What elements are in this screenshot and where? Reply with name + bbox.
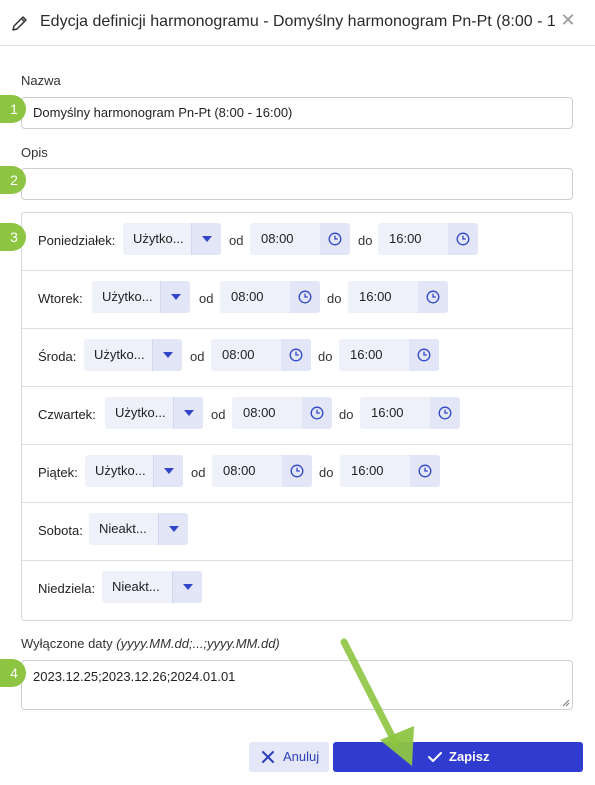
- to-label: do: [318, 349, 333, 364]
- day-label: Niedziela:: [38, 581, 96, 596]
- chevron-down-icon[interactable]: [153, 455, 183, 487]
- day-row-friday: Piątek: Użytko... od 08:00 do 16:00: [22, 445, 572, 503]
- select-value: Użytko...: [133, 231, 184, 246]
- to-label: do: [319, 465, 334, 480]
- day-label: Poniedziałek:: [38, 233, 116, 248]
- select-value: Nieakt...: [99, 521, 147, 536]
- from-label: od: [190, 349, 205, 364]
- excluded-dates-format-hint: (yyyy.MM.dd;...;yyyy.MM.dd): [116, 636, 280, 651]
- day-row-tuesday: Wtorek: Użytko... od 08:00 do 16:00: [22, 271, 572, 329]
- save-label: Zapisz: [449, 749, 490, 764]
- cancel-button[interactable]: Anuluj: [249, 742, 329, 772]
- from-time-input[interactable]: 08:00: [232, 397, 332, 429]
- day-label: Czwartek:: [38, 407, 96, 422]
- time-value: 08:00: [261, 231, 294, 246]
- day-label: Wtorek:: [38, 291, 83, 306]
- excluded-dates-label-text: Wyłączone daty: [21, 636, 113, 651]
- weekday-schedule-panel: Poniedziałek: Użytko... od 08:00 do 16:0…: [21, 212, 573, 621]
- clock-icon[interactable]: [409, 339, 439, 371]
- day-mode-select[interactable]: Nieakt...: [102, 571, 202, 603]
- close-icon[interactable]: ✕: [560, 11, 576, 29]
- day-mode-select[interactable]: Użytko...: [84, 339, 182, 371]
- day-row-wednesday: Środa: Użytko... od 08:00 do 16:00: [22, 329, 572, 387]
- clock-icon[interactable]: [290, 281, 320, 313]
- time-value: 08:00: [222, 347, 255, 362]
- chevron-down-icon[interactable]: [172, 571, 202, 603]
- from-time-input[interactable]: 08:00: [250, 223, 350, 255]
- to-label: do: [339, 407, 354, 422]
- to-label: do: [327, 291, 342, 306]
- from-time-input[interactable]: 08:00: [220, 281, 320, 313]
- time-value: 16:00: [389, 231, 422, 246]
- from-label: od: [191, 465, 206, 480]
- dialog-title: Edycja definicji harmonogramu - Domyślny…: [40, 13, 555, 30]
- dialog-header: Edycja definicji harmonogramu - Domyślny…: [0, 0, 595, 46]
- clock-icon[interactable]: [410, 455, 440, 487]
- time-value: 16:00: [350, 347, 383, 362]
- to-time-input[interactable]: 16:00: [360, 397, 460, 429]
- from-label: od: [199, 291, 214, 306]
- chevron-down-icon[interactable]: [160, 281, 190, 313]
- day-label: Piątek:: [38, 465, 78, 480]
- clock-icon[interactable]: [282, 455, 312, 487]
- time-value: 08:00: [223, 463, 256, 478]
- to-time-input[interactable]: 16:00: [378, 223, 478, 255]
- day-mode-select[interactable]: Nieakt...: [89, 513, 188, 545]
- to-time-input[interactable]: 16:00: [348, 281, 448, 313]
- chevron-down-icon[interactable]: [152, 339, 182, 371]
- from-label: od: [229, 233, 244, 248]
- day-mode-select[interactable]: Użytko...: [92, 281, 190, 313]
- select-value: Użytko...: [115, 405, 166, 420]
- resize-grip-icon[interactable]: [562, 699, 570, 707]
- close-icon: [262, 751, 274, 763]
- select-value: Użytko...: [94, 347, 145, 362]
- select-value: Użytko...: [95, 463, 146, 478]
- time-value: 08:00: [231, 289, 264, 304]
- day-row-thursday: Czwartek: Użytko... od 08:00 do 16:00: [22, 387, 572, 445]
- excluded-dates-label: Wyłączone daty (yyyy.MM.dd;...;yyyy.MM.d…: [21, 636, 280, 651]
- excluded-dates-value: 2023.12.25;2023.12.26;2024.01.01: [33, 669, 236, 684]
- to-label: do: [358, 233, 373, 248]
- checkmark-icon: [428, 752, 442, 762]
- time-value: 08:00: [243, 405, 276, 420]
- select-value: Użytko...: [102, 289, 153, 304]
- cancel-label: Anuluj: [283, 749, 320, 764]
- clock-icon[interactable]: [320, 223, 350, 255]
- select-value: Nieakt...: [112, 579, 160, 594]
- clock-icon[interactable]: [448, 223, 478, 255]
- clock-icon[interactable]: [418, 281, 448, 313]
- excluded-dates-textarea[interactable]: 2023.12.25;2023.12.26;2024.01.01: [21, 660, 573, 710]
- clock-icon[interactable]: [430, 397, 460, 429]
- time-value: 16:00: [371, 405, 404, 420]
- day-row-monday: Poniedziałek: Użytko... od 08:00 do 16:0…: [22, 213, 572, 271]
- clock-icon[interactable]: [281, 339, 311, 371]
- chevron-down-icon[interactable]: [191, 223, 221, 255]
- from-time-input[interactable]: 08:00: [211, 339, 311, 371]
- day-row-sunday: Niedziela: Nieakt...: [22, 561, 572, 619]
- description-label: Opis: [21, 145, 48, 160]
- day-mode-select[interactable]: Użytko...: [85, 455, 183, 487]
- day-mode-select[interactable]: Użytko...: [123, 223, 221, 255]
- chevron-down-icon[interactable]: [173, 397, 203, 429]
- day-mode-select[interactable]: Użytko...: [105, 397, 203, 429]
- pencil-icon: [12, 16, 27, 31]
- name-label: Nazwa: [21, 73, 61, 88]
- time-value: 16:00: [359, 289, 392, 304]
- clock-icon[interactable]: [302, 397, 332, 429]
- day-label: Środa:: [38, 349, 77, 364]
- description-input[interactable]: [21, 168, 573, 200]
- day-label: Sobota:: [38, 523, 83, 538]
- to-time-input[interactable]: 16:00: [339, 339, 439, 371]
- chevron-down-icon[interactable]: [158, 513, 188, 545]
- to-time-input[interactable]: 16:00: [340, 455, 440, 487]
- from-time-input[interactable]: 08:00: [212, 455, 312, 487]
- from-label: od: [211, 407, 226, 422]
- day-row-saturday: Sobota: Nieakt...: [22, 503, 572, 561]
- name-input[interactable]: Domyślny harmonogram Pn-Pt (8:00 - 16:00…: [21, 97, 573, 129]
- save-button[interactable]: Zapisz: [333, 742, 583, 772]
- time-value: 16:00: [351, 463, 384, 478]
